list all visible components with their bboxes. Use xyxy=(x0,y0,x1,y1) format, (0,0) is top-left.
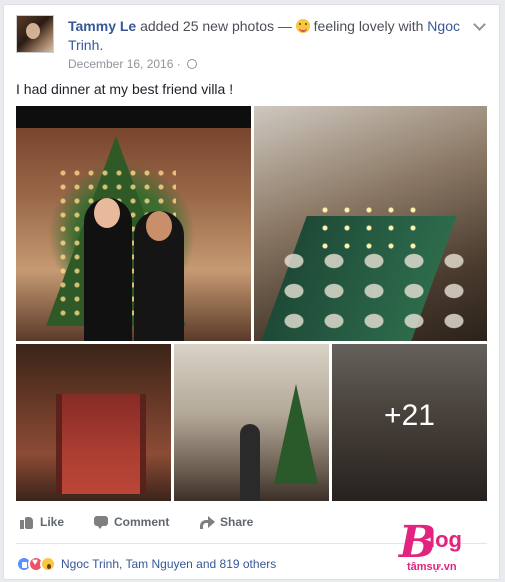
headline-action: added 25 new photos — xyxy=(140,18,292,34)
share-button[interactable]: Share xyxy=(200,515,253,529)
photo-2[interactable] xyxy=(254,106,487,341)
person-right xyxy=(134,211,184,341)
watermark-word: log xyxy=(429,527,462,552)
feeling-text: feeling lovely with xyxy=(313,18,424,34)
reaction-wow-icon xyxy=(40,556,56,572)
post-status-text: I had dinner at my best friend villa ! xyxy=(16,81,234,97)
chevron-down-icon[interactable] xyxy=(472,19,486,33)
globe-icon[interactable] xyxy=(187,59,198,69)
post-date[interactable]: December 16, 2016 xyxy=(68,57,173,71)
emoji-lovely-icon xyxy=(295,19,310,33)
reactions-bar[interactable]: Ngoc Trinh, Tam Nguyen and 819 others xyxy=(16,554,276,574)
comment-icon xyxy=(94,515,108,529)
photo-top-bar xyxy=(16,106,251,128)
post-card: Tammy Le added 25 new photos — feeling l… xyxy=(3,4,500,580)
author-name[interactable]: Tammy Le xyxy=(68,18,136,34)
comment-button[interactable]: Comment xyxy=(94,515,169,529)
post-headline: Tammy Le added 25 new photos — feeling l… xyxy=(68,17,468,55)
photo-1[interactable] xyxy=(16,106,251,341)
meta-separator: · xyxy=(176,57,181,71)
person xyxy=(240,424,260,501)
person-left xyxy=(84,198,132,341)
photo-grid: +21 xyxy=(16,106,487,501)
share-icon xyxy=(200,515,215,529)
canopy-bed xyxy=(56,394,146,494)
like-icon xyxy=(20,515,34,529)
watermark-logo: B log tâmsự.vn xyxy=(399,517,499,579)
post-header: Tammy Le added 25 new photos — feeling l… xyxy=(16,15,486,73)
plates xyxy=(274,246,474,336)
like-label: Like xyxy=(40,515,65,529)
photo-5-more[interactable]: +21 xyxy=(332,344,487,501)
like-button[interactable]: Like xyxy=(20,515,64,529)
watermark-sub: tâmsự.vn xyxy=(407,561,457,573)
more-photos-count[interactable]: +21 xyxy=(332,399,487,433)
photo-3[interactable] xyxy=(16,344,171,501)
christmas-tree xyxy=(274,384,318,484)
post-meta: December 16, 2016 · xyxy=(68,57,198,71)
comment-label: Comment xyxy=(114,515,170,529)
share-label: Share xyxy=(220,515,254,529)
avatar[interactable] xyxy=(16,15,54,53)
reactions-summary[interactable]: Ngoc Trinh, Tam Nguyen and 819 others xyxy=(61,557,276,571)
photo-4[interactable] xyxy=(174,344,329,501)
